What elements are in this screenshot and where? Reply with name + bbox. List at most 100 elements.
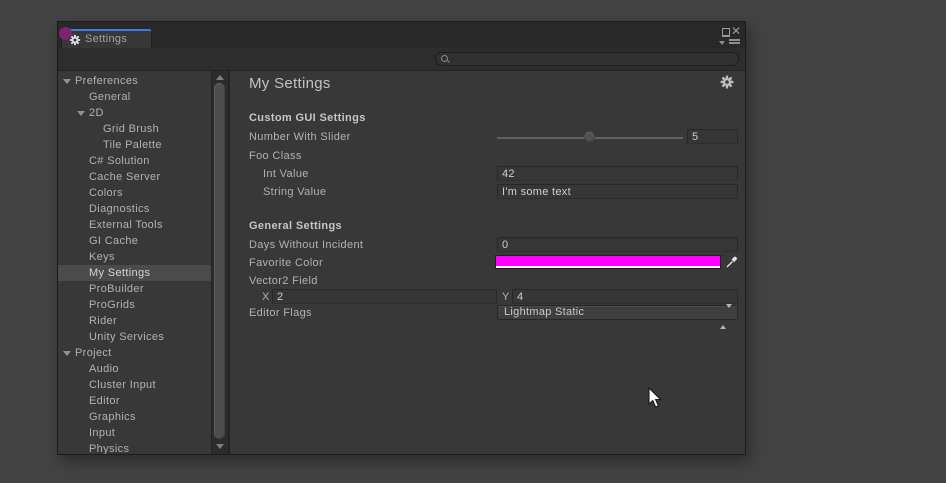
sidebar-item-colors[interactable]: Colors [58,185,211,201]
page-title: My Settings [249,75,331,92]
section-custom-gui-settings: Custom GUI Settings [249,110,366,126]
gear-icon[interactable] [720,75,734,89]
sidebar-item-unity-services[interactable]: Unity Services [58,329,211,345]
sidebar-item-progrids[interactable]: ProGrids [58,297,211,313]
sidebar-item-label: Preferences [75,75,138,87]
vector2-field-row: Vector2 Field [230,273,745,289]
sidebar-item-physics[interactable]: Physics [58,441,211,454]
sidebar-item-label: Project [75,347,112,359]
sidebar-item-label: Keys [89,251,115,263]
days-without-incident-field[interactable] [497,237,738,252]
toolbar [58,48,745,71]
days-without-incident-label: Days Without Incident [249,237,363,253]
scrollbar-thumb[interactable] [214,83,225,439]
string-value-row: String Value [230,184,745,200]
int-value-field[interactable] [497,166,738,181]
slider-value-field[interactable] [687,129,738,144]
search-icon [441,55,450,64]
foldout-arrow-icon[interactable] [63,351,71,356]
alpha-bar [496,266,720,268]
scroll-up-icon[interactable] [216,75,224,80]
sidebar-item-label: General [89,91,131,103]
dropdown-selected-value: Lightmap Static [504,306,584,319]
sidebar-item-preferences[interactable]: Preferences [58,73,211,89]
favorite-color-row: Favorite Color [230,255,745,271]
number-with-slider-label: Number With Slider [249,129,351,145]
sidebar-item-my-settings[interactable]: My Settings [58,265,211,281]
favorite-color-label: Favorite Color [249,255,323,271]
favorite-color-swatch[interactable] [495,255,721,269]
sidebar-item-gi-cache[interactable]: GI Cache [58,233,211,249]
maximize-icon[interactable] [722,28,730,37]
pane-dropdown-icon[interactable] [719,41,725,45]
editor-flags-label: Editor Flags [249,305,312,321]
sidebar-item-input[interactable]: Input [58,425,211,441]
sidebar-item-cache-server[interactable]: Cache Server [58,169,211,185]
search-box[interactable] [435,52,739,66]
section-general-settings: General Settings [249,218,342,234]
sidebar-item-label: 2D [89,107,104,119]
content: Preferences General 2D Grid Brush Tile P… [58,71,745,454]
sidebar-item-editor[interactable]: Editor [58,393,211,409]
tab-settings[interactable]: Settings [61,29,152,48]
sidebar-item-tile-palette[interactable]: Tile Palette [58,137,211,153]
foldout-arrow-icon[interactable] [63,79,71,84]
sidebar-item-label: Input [89,427,115,439]
eyedropper-icon[interactable] [725,255,738,269]
sidebar-item-label: Diagnostics [89,203,150,215]
foo-class-row: Foo Class [230,148,745,164]
sidebar-item-diagnostics[interactable]: Diagnostics [58,201,211,217]
sidebar-item-graphics[interactable]: Graphics [58,409,211,425]
sidebar-item-label: Grid Brush [103,123,159,135]
sidebar-scrollbar[interactable] [211,71,228,454]
sidebar-item-grid-brush[interactable]: Grid Brush [58,121,211,137]
sidebar-item-2d[interactable]: 2D [58,105,211,121]
vector2-field-label: Vector2 Field [249,273,318,289]
sidebar-item-label: Tile Palette [103,139,162,151]
settings-tree: Preferences General 2D Grid Brush Tile P… [58,71,211,454]
sidebar-item-label: ProGrids [89,299,135,311]
sidebar-item-label: My Settings [89,267,150,279]
sidebar-item-rider[interactable]: Rider [58,313,211,329]
sidebar-item-csharp-solution[interactable]: C# Solution [58,153,211,169]
int-value-label: Int Value [263,166,309,182]
sidebar-item-keys[interactable]: Keys [58,249,211,265]
sidebar-item-label: Graphics [89,411,136,423]
close-icon[interactable]: ✕ [731,24,741,38]
sidebar-item-label: Colors [89,187,123,199]
number-with-slider-row: Number With Slider [230,129,745,145]
sidebar-item-external-tools[interactable]: External Tools [58,217,211,233]
sidebar-item-label: ProBuilder [89,283,144,295]
editor-flags-row: Editor Flags Lightmap Static [230,305,745,321]
sidebar-item-label: Unity Services [89,331,164,343]
sidebar-item-label: Cluster Input [89,379,156,391]
sidebar-item-cluster-input[interactable]: Cluster Input [58,377,211,393]
tab-title: Settings [85,32,127,47]
int-value-row: Int Value [230,166,745,182]
sidebar-item-project[interactable]: Project [58,345,211,361]
sidebar-item-label: C# Solution [89,155,150,167]
sidebar-item-label: Cache Server [89,171,160,183]
sidebar-item-audio[interactable]: Audio [58,361,211,377]
sidebar-item-label: Physics [89,443,129,454]
dropdown-arrows-icon [720,308,732,326]
foldout-arrow-icon[interactable] [77,111,85,116]
sidebar-item-label: Rider [89,315,117,327]
x-field[interactable] [272,289,497,304]
x-label: X [262,289,270,305]
sidebar-item-label: Editor [89,395,120,407]
y-label: Y [502,289,510,305]
settings-window: Settings ✕ Preferences General 2D Grid B… [57,21,746,455]
editor-flags-dropdown[interactable]: Lightmap Static [497,305,738,320]
sidebar-item-label: GI Cache [89,235,138,247]
string-value-field[interactable] [497,184,738,199]
title-bar: Settings ✕ [58,22,745,49]
search-input[interactable] [452,53,732,67]
y-field[interactable] [512,289,738,304]
sidebar-item-general[interactable]: General [58,89,211,105]
vector2-xy-row: X Y [230,289,745,305]
slider-knob[interactable] [584,131,595,142]
scroll-down-icon[interactable] [216,444,224,449]
sidebar-item-probuilder[interactable]: ProBuilder [58,281,211,297]
settings-panel: My Settings Custom GUI Settings Number W… [230,71,745,454]
